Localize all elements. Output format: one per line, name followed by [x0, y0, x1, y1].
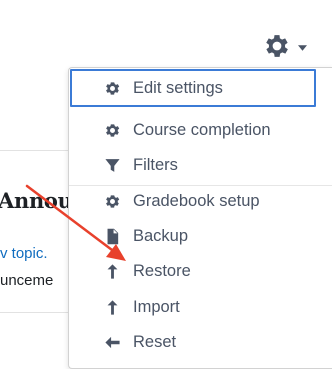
caret-down-icon [298, 44, 307, 51]
file-icon [102, 227, 122, 247]
menu-item-label: Restore [133, 262, 191, 280]
menu-item-label: Import [133, 298, 180, 316]
section-heading: Annou [0, 188, 73, 213]
filter-icon [102, 156, 122, 176]
gear-icon [102, 192, 122, 212]
gear-icon [102, 78, 122, 98]
menu-item-course-completion[interactable]: Course completion [69, 113, 332, 148]
menu-item-edit-settings[interactable]: Edit settings [70, 69, 316, 107]
menu-item-import[interactable]: Import [69, 290, 332, 325]
add-topic-link[interactable]: v topic. [0, 245, 70, 262]
menu-item-label: Course completion [133, 121, 271, 139]
course-actions-menu: Edit settings Course completion Filters … [68, 67, 332, 369]
arrow-up-icon [102, 298, 122, 318]
menu-item-backup[interactable]: Backup [69, 219, 332, 254]
menu-item-reset[interactable]: Reset [69, 325, 332, 360]
course-actions-button[interactable] [262, 30, 320, 62]
menu-item-label: Filters [133, 156, 178, 174]
menu-item-filters[interactable]: Filters [69, 148, 332, 183]
gear-icon [266, 35, 288, 57]
announcements-text: unceme [0, 272, 54, 289]
menu-item-restore[interactable]: Restore [69, 254, 332, 289]
arrow-left-icon [102, 333, 122, 353]
menu-item-label: Gradebook setup [133, 192, 260, 210]
menu-item-label: Edit settings [133, 78, 223, 97]
menu-item-gradebook-setup[interactable]: Gradebook setup [69, 184, 332, 219]
menu-item-label: Reset [133, 333, 177, 351]
menu-item-label: Backup [133, 227, 189, 245]
arrow-up-icon [102, 262, 122, 282]
gear-icon [102, 121, 122, 141]
